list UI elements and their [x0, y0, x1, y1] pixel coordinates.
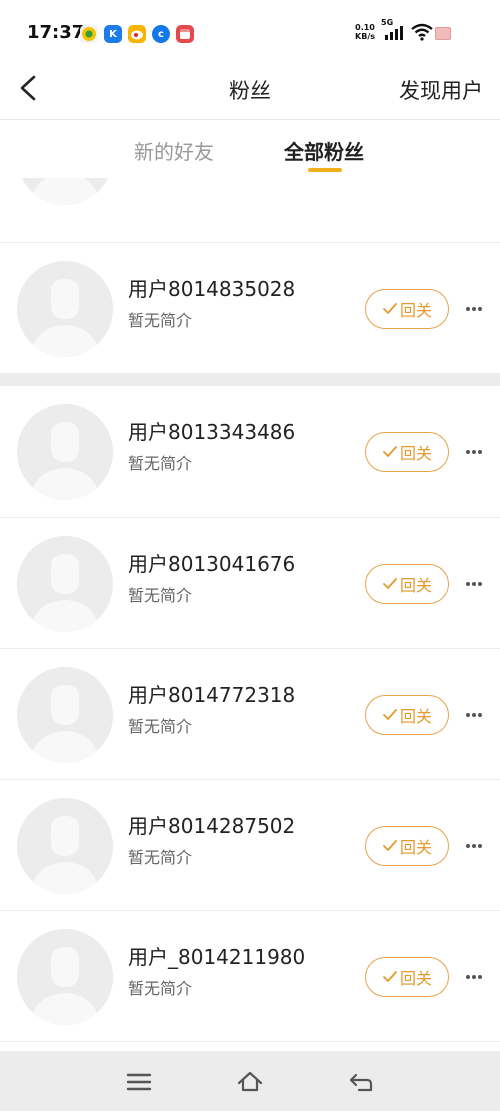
net-speed-value: 0.10 — [355, 23, 375, 32]
follow-back-label: 回关 — [399, 706, 432, 726]
tab-all-fans[interactable]: 全部粉丝 — [284, 136, 364, 165]
follow-back-label: 回关 — [399, 837, 432, 857]
more-options-button[interactable] — [463, 299, 485, 319]
wifi-icon — [411, 23, 433, 41]
signal-icon: 5G — [381, 18, 405, 42]
fan-row[interactable]: 用户8014772318 暂无简介 回关 — [0, 649, 500, 780]
fan-name[interactable]: 用户8014287502 — [128, 810, 295, 839]
fan-row[interactable]: 用户8014287502 暂无简介 回关 — [0, 780, 500, 911]
status-indicators: 0.10 KB/s 5G — [355, 18, 433, 42]
avatar[interactable] — [17, 404, 113, 500]
default-avatar-icon — [22, 178, 108, 205]
c-app-icon: c — [152, 25, 170, 43]
follow-back-label: 回关 — [399, 575, 432, 595]
check-icon — [383, 970, 397, 982]
fan-bio: 暂无简介 — [128, 178, 192, 179]
fan-name[interactable]: 用户8014835028 — [128, 273, 295, 302]
fan-bio: 暂无简介 — [128, 585, 193, 605]
check-icon — [383, 446, 397, 457]
check-icon — [383, 302, 397, 314]
status-time: 17:37 — [27, 22, 85, 43]
fan-bio: 暂无简介 — [128, 454, 193, 473]
more-dots-icon — [466, 712, 482, 717]
avatar[interactable] — [17, 666, 113, 763]
more-options-button[interactable] — [463, 574, 485, 594]
more-options-button[interactable] — [463, 967, 485, 987]
follow-back-button[interactable]: 回关 — [365, 694, 449, 735]
default-avatar-icon — [17, 260, 113, 357]
avatar[interactable] — [17, 535, 113, 632]
more-options-button[interactable] — [463, 442, 485, 462]
tab-bar: 新的好友 全部粉丝 — [0, 120, 500, 178]
fan-name[interactable]: 用户_8014211980 — [128, 941, 305, 970]
menu-button[interactable] — [125, 1069, 153, 1095]
fan-row[interactable]: 用户8013041676 暂无简介 回关 — [0, 518, 500, 649]
tab-new-friends[interactable]: 新的好友 — [134, 136, 214, 165]
return-icon — [349, 1073, 373, 1092]
discover-users-button[interactable]: 发现用户 — [399, 75, 483, 105]
fan-row[interactable]: 用户8014835028 暂无简介 回关 — [0, 243, 500, 374]
follow-back-label: 回关 — [399, 968, 432, 988]
net-speed-unit: KB/s — [355, 32, 375, 41]
follow-back-label: 回关 — [399, 300, 432, 320]
menu-icon — [126, 1073, 152, 1091]
follow-back-button[interactable]: 回关 — [365, 432, 449, 472]
avatar[interactable] — [17, 928, 113, 1025]
fan-bio: 暂无简介 — [128, 310, 193, 330]
weibo-icon — [128, 25, 146, 43]
battery-icon — [435, 27, 451, 40]
back-system-button[interactable] — [347, 1069, 375, 1095]
red-app-icon — [176, 25, 194, 43]
more-dots-icon — [466, 843, 482, 848]
check-icon — [383, 577, 397, 589]
home-icon — [237, 1071, 263, 1092]
follow-back-label: 回关 — [399, 444, 432, 463]
follow-back-button[interactable]: 回关 — [365, 288, 449, 329]
avatar[interactable] — [17, 178, 113, 205]
fan-bio: 暂无简介 — [128, 716, 193, 736]
status-bar: 17:37 K c 0.10 KB/s 5G — [0, 0, 500, 66]
avatar[interactable] — [17, 797, 113, 894]
wechat-like-app-icon — [80, 25, 98, 43]
avatar[interactable] — [17, 260, 113, 357]
fan-row[interactable]: 用户8013343486 暂无简介 回关 — [0, 386, 500, 518]
more-dots-icon — [466, 974, 482, 979]
fan-row[interactable]: 暂无简介回关 — [0, 178, 500, 243]
fans-list: 暂无简介回关用户8014835028暂无简介回关用户8013343486暂无简介… — [0, 178, 500, 1051]
check-icon — [383, 839, 397, 851]
more-dots-icon — [466, 306, 482, 311]
active-tab-indicator — [308, 168, 342, 172]
default-avatar-icon — [17, 666, 113, 763]
k-app-icon: K — [104, 25, 122, 43]
more-dots-icon — [466, 450, 482, 454]
follow-back-button[interactable]: 回关 — [365, 825, 449, 866]
check-icon — [383, 708, 397, 720]
fan-name[interactable]: 用户8013041676 — [128, 548, 295, 577]
fan-bio: 暂无简介 — [128, 978, 193, 998]
nav-bar: 粉丝 发现用户 — [0, 66, 500, 120]
follow-back-button[interactable]: 回关 — [365, 956, 449, 997]
home-button[interactable] — [236, 1069, 264, 1095]
net-speed: 0.10 KB/s — [355, 23, 375, 41]
default-avatar-icon — [17, 797, 113, 894]
fan-bio: 暂无简介 — [128, 847, 193, 867]
default-avatar-icon — [17, 404, 113, 500]
more-dots-icon — [466, 581, 482, 586]
system-nav-bar — [0, 1051, 500, 1111]
more-options-button[interactable] — [463, 836, 485, 856]
section-divider — [0, 374, 500, 386]
more-options-button[interactable] — [463, 705, 485, 725]
default-avatar-icon — [17, 928, 113, 1025]
status-app-icons: K c — [80, 25, 194, 43]
default-avatar-icon — [17, 535, 113, 632]
fan-name[interactable]: 用户8013343486 — [128, 416, 295, 445]
follow-back-button[interactable]: 回关 — [365, 563, 449, 604]
fan-row[interactable]: 用户_8014211980 暂无简介 回关 — [0, 911, 500, 1042]
fan-name[interactable]: 用户8014772318 — [128, 679, 295, 708]
